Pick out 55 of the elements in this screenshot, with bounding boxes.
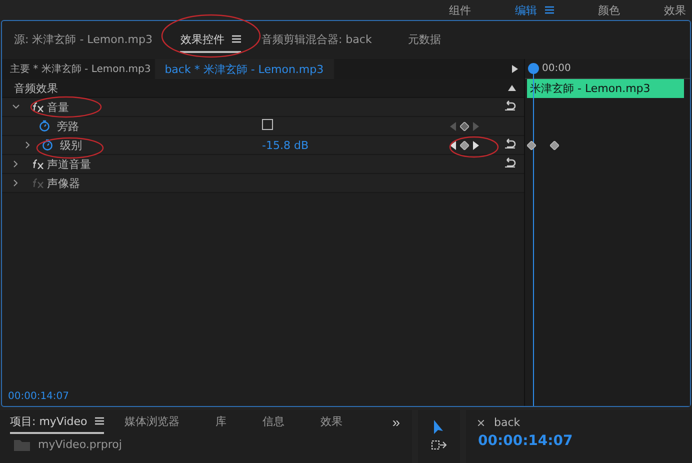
reset-icon[interactable]	[504, 100, 516, 111]
annotation-ellipse	[30, 96, 102, 118]
chevron-icon[interactable]	[12, 160, 20, 168]
panel-tab[interactable]: 信息	[262, 410, 284, 434]
reset-icon[interactable]	[504, 157, 516, 168]
play-icon[interactable]	[512, 65, 518, 73]
panel-tab[interactable]: 效果	[320, 410, 342, 434]
panel-tab[interactable]: 库	[215, 410, 226, 434]
menu-icon	[95, 417, 104, 425]
stopwatch-icon[interactable]	[42, 139, 53, 151]
selection-tool-icon[interactable]	[433, 420, 445, 436]
clip-selector[interactable]: back * 米津玄師 - Lemon.mp3	[154, 59, 334, 79]
track-select-icon[interactable]	[431, 440, 447, 450]
workspace-tab[interactable]: 组件	[449, 2, 471, 18]
panel-tab[interactable]: 源: 米津玄師 - Lemon.mp3	[14, 28, 152, 52]
panel-tab[interactable]: 音频剪辑混合器: back	[261, 28, 372, 52]
sequence-tab[interactable]: back	[494, 416, 520, 429]
add-keyframe-icon[interactable]	[460, 122, 469, 130]
menu-icon	[545, 6, 554, 14]
timecode: 00:00:14:07	[478, 433, 574, 449]
chevron-icon[interactable]	[24, 141, 32, 149]
section-title: 音频效果	[14, 80, 58, 96]
chevron-icon[interactable]	[12, 179, 20, 187]
panel-tab[interactable]: 项目: myVideo	[10, 410, 104, 434]
add-keyframe-icon[interactable]	[460, 140, 469, 150]
previous-keyframe-icon[interactable]	[450, 140, 456, 150]
workspace-tab[interactable]: 编辑	[515, 2, 554, 18]
workspace-tab[interactable]: 效果	[664, 2, 686, 18]
keyframe-icon[interactable]	[550, 141, 559, 150]
checkbox[interactable]	[262, 119, 273, 130]
value-text[interactable]: -15.8 dB	[262, 138, 308, 152]
master-clip-label: 主要 * 米津玄師 - Lemon.mp3	[10, 62, 151, 76]
annotation-ellipse	[449, 136, 499, 158]
reset-icon[interactable]	[504, 138, 516, 149]
effect-name: 音量	[47, 100, 69, 114]
chevron-icon[interactable]	[12, 103, 20, 111]
timecode: 00:00:14:07	[8, 390, 70, 402]
ruler-time: 00:00	[542, 63, 571, 74]
menu-icon	[232, 35, 242, 43]
stopwatch-icon[interactable]	[39, 120, 50, 132]
overflow-button[interactable]: »	[386, 413, 406, 431]
project-file[interactable]: myVideo.prproj	[38, 438, 122, 451]
folder-icon	[14, 438, 30, 450]
close-icon[interactable]	[478, 420, 484, 426]
panel-tab[interactable]: 媒体浏览器	[124, 410, 180, 434]
keyframe-icon[interactable]	[527, 141, 536, 150]
effect-name: 声像器	[47, 176, 80, 190]
property-name: 级别	[60, 138, 82, 152]
workspace-tab[interactable]: 颜色	[598, 2, 620, 18]
property-name: 旁路	[57, 118, 79, 134]
panel-tab[interactable]: 元数据	[408, 28, 441, 52]
next-keyframe-icon[interactable]	[473, 140, 479, 150]
annotation-ellipse	[36, 137, 104, 159]
effect-name: 声道音量	[47, 156, 91, 172]
collapse-icon[interactable]	[508, 85, 516, 91]
